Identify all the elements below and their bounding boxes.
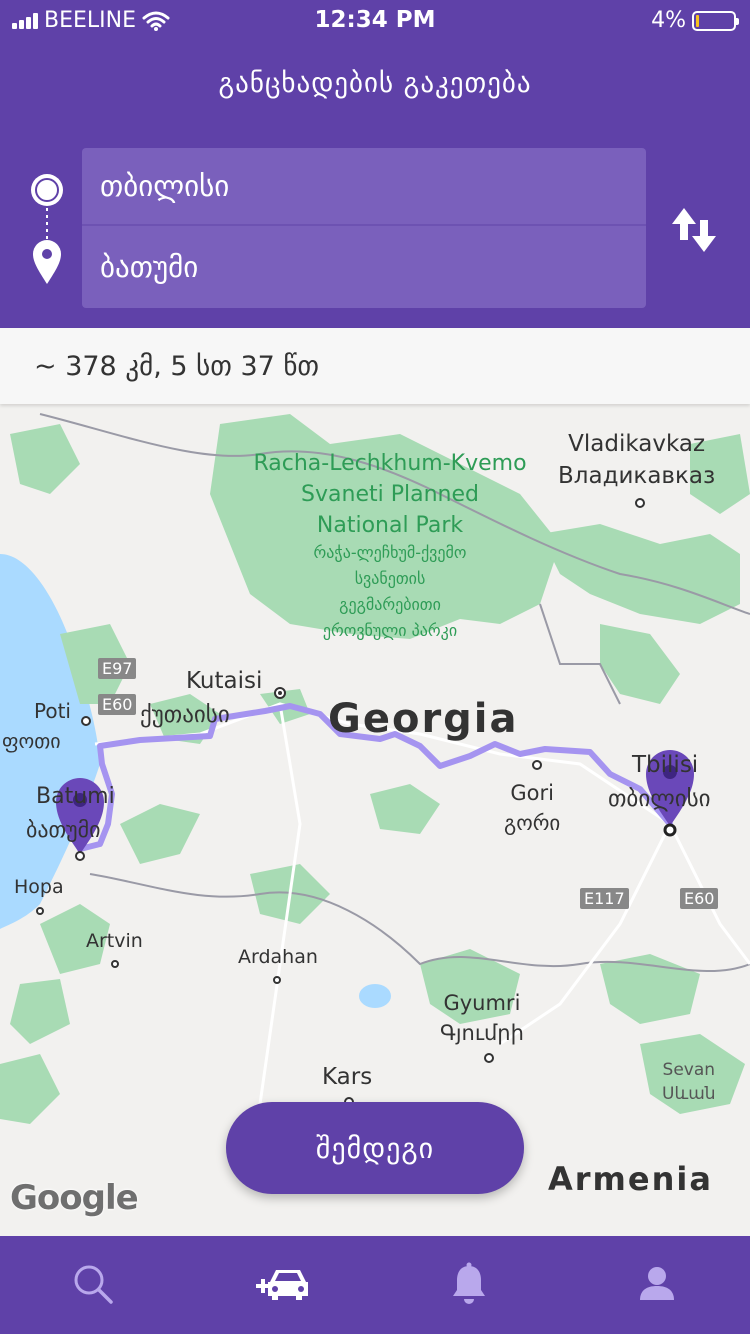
profile-icon [640, 1267, 674, 1300]
city-label-kutaisi: Kutaisi ქუთაისი [140, 664, 262, 732]
country-label-georgia: Georgia [328, 696, 519, 742]
city-label-kars: Kars [322, 1064, 373, 1090]
road-badge-e97: E97 [98, 658, 137, 679]
city-label-ardahan: Ardahan [238, 946, 318, 968]
add-ride-car-icon [256, 1270, 308, 1300]
city-name: Batumi [36, 784, 115, 809]
city-name: Poti [34, 699, 71, 723]
battery-status: 4% [651, 8, 739, 33]
city-name: Gyumri [443, 991, 521, 1015]
park-line: გეგმარებითი [339, 595, 441, 614]
park-label-ka: რაჭა-ლეჩხუმ-ქვემო სვანეთის გეგმარებითი ე… [250, 540, 530, 644]
city-name: ბათუმი [26, 818, 101, 843]
road-badge-e117: E117 [580, 888, 629, 909]
park-line: სვანეთის [354, 569, 426, 588]
park-label-en: Racha-Lechkhum-Kvemo Svaneti Planned Nat… [230, 448, 550, 541]
road-badge-e60-east: E60 [680, 888, 719, 909]
park-line: National Park [316, 513, 464, 538]
city-label-sevan: Sevan Սևան [662, 1058, 716, 1106]
city-name: ფოთი [2, 729, 61, 753]
from-city-field[interactable]: თბილისი [82, 148, 646, 226]
city-name: Владикавказ [558, 463, 716, 489]
park-line: რაჭა-ლეჩხუმ-ქვემო [313, 543, 467, 562]
next-button[interactable]: შემდეგი [226, 1102, 524, 1194]
lake [359, 984, 391, 1008]
bell-icon [453, 1262, 485, 1304]
battery-icon [692, 10, 739, 31]
city-label-hopa: Hopa [14, 876, 64, 898]
city-name: Kutaisi [186, 668, 263, 694]
city-name: გორი [504, 811, 561, 835]
park-line: ეროვნული პარკი [322, 621, 458, 640]
city-name: Vladikavkaz [568, 431, 706, 457]
tab-notifications[interactable] [434, 1254, 504, 1314]
country-label-armenia: Armenia [548, 1160, 713, 1198]
city-name: თბილისი [608, 786, 711, 812]
city-name: Գյումրի [440, 1021, 524, 1045]
city-label-poti: Poti ფოთი [2, 696, 71, 756]
tab-search[interactable] [58, 1254, 128, 1314]
search-icon [74, 1265, 113, 1304]
google-logo: Google [10, 1178, 139, 1218]
tab-bar [0, 1236, 750, 1334]
route-summary: ~ 378 კმ, 5 სთ 37 წთ [0, 328, 750, 404]
clock: 12:34 PM [314, 7, 436, 33]
tab-add-ride[interactable] [248, 1254, 318, 1314]
city-label-gyumri: Gyumri Գյումրի [440, 988, 524, 1048]
city-label-vladikavkaz: Vladikavkaz Владикавказ [558, 428, 715, 492]
city-label-artvin: Artvin [86, 930, 143, 952]
to-city-field[interactable]: ბათუმი [82, 228, 646, 306]
city-label-tbilisi: Tbilisi თბილისი [608, 748, 711, 816]
location-pin-icon [33, 240, 61, 284]
origin-circle-icon [31, 174, 63, 206]
city-name: Tbilisi [632, 752, 699, 778]
park-line: Racha-Lechkhum-Kvemo [253, 451, 527, 476]
city-name: Gori [510, 781, 554, 805]
road-badge-e60-west: E60 [98, 694, 137, 715]
route-indicator [31, 174, 63, 284]
battery-percent: 4% [651, 8, 686, 33]
city-label-gori: Gori გორი [504, 778, 560, 838]
status-bar: BEELINE 12:34 PM 4% [0, 0, 750, 42]
header: BEELINE 12:34 PM 4% განცხადების გაკეთება… [0, 0, 750, 328]
city-name: Sevan [662, 1060, 716, 1080]
city-name: Սևան [662, 1084, 716, 1104]
park-line: Svaneti Planned [301, 482, 479, 507]
city-name: ქუთაისი [140, 702, 230, 728]
swap-arrows-icon[interactable] [664, 200, 724, 260]
page-title: განცხადების გაკეთება [218, 68, 532, 99]
tab-profile[interactable] [622, 1254, 692, 1314]
city-label-batumi: Batumi ბათუმი [26, 780, 115, 848]
route-inputs: თბილისი ბათუმი [82, 148, 646, 308]
